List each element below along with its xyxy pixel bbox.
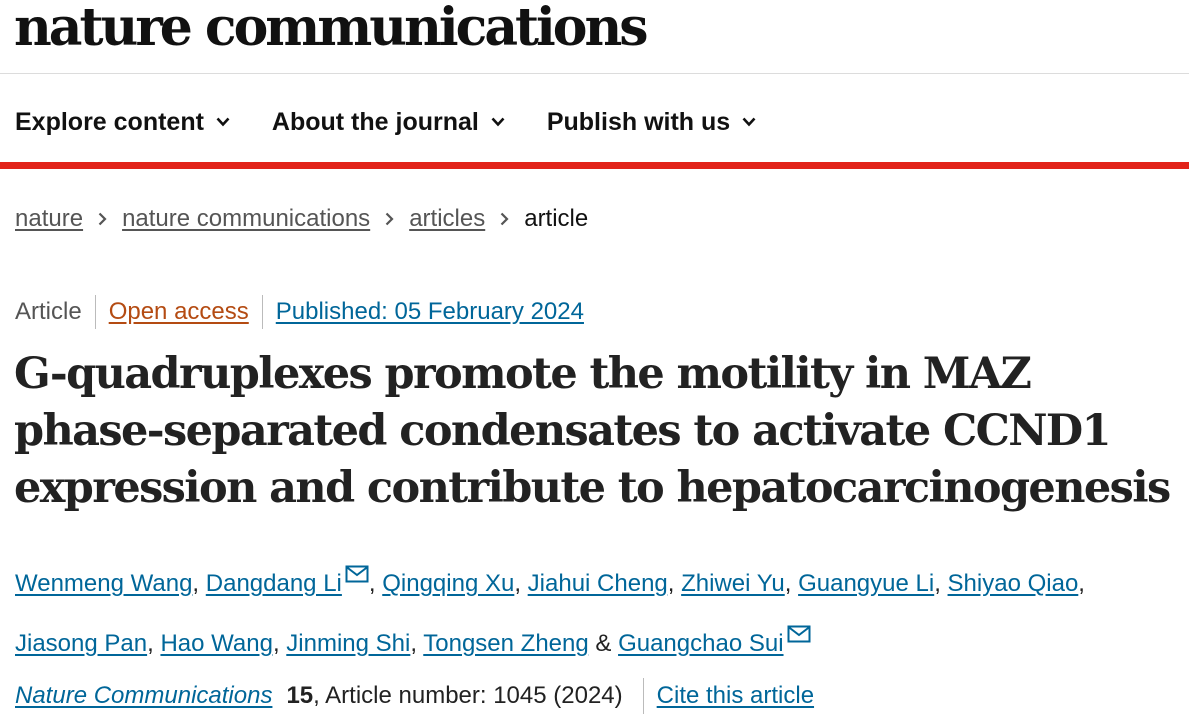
- nav-publish-with-us-label: Publish with us: [546, 107, 731, 136]
- breadcrumb-articles[interactable]: articles: [409, 205, 485, 233]
- meta-divider: [94, 295, 96, 329]
- article-title: G-quadruplexes promote the motility in M…: [14, 349, 1171, 513]
- journal-name-link[interactable]: Nature Communications: [15, 682, 272, 710]
- published-date-link[interactable]: Published: 05 February 2024: [276, 298, 584, 326]
- chevron-right-icon: [500, 212, 509, 226]
- author-link[interactable]: Tongsen Zheng: [423, 630, 588, 657]
- author-link[interactable]: Hao Wang: [160, 630, 273, 657]
- meta-divider: [261, 295, 263, 329]
- author-item: Hao Wang,: [160, 630, 280, 657]
- author-item: Jiahui Cheng,: [527, 570, 675, 597]
- citation-divider: [642, 678, 644, 714]
- breadcrumb: nature nature communications articles ar…: [15, 205, 588, 233]
- header-divider: [0, 73, 1189, 74]
- author-item: Guangyue Li,: [798, 570, 941, 597]
- chevron-down-icon: [491, 117, 505, 127]
- breadcrumb-nature[interactable]: nature: [15, 205, 83, 233]
- author-item: Wenmeng Wang,: [15, 570, 200, 597]
- author-link[interactable]: Jinming Shi: [286, 630, 410, 657]
- chevron-down-icon: [742, 117, 756, 127]
- author-link[interactable]: Wenmeng Wang: [15, 570, 192, 597]
- breadcrumb-current: article: [524, 205, 589, 232]
- article-number: , Article number: 1045 (2024): [313, 682, 623, 709]
- main-nav: Explore content About the journal Publis…: [15, 102, 798, 142]
- chevron-right-icon: [385, 212, 394, 226]
- open-access-link[interactable]: Open access: [109, 298, 249, 326]
- accent-bar: [0, 162, 1189, 169]
- author-item: Guangchao Sui: [618, 625, 811, 657]
- nav-publish-with-us[interactable]: Publish with us: [547, 108, 756, 137]
- email-icon[interactable]: [787, 610, 811, 662]
- nav-about-journal-label: About the journal: [271, 107, 479, 136]
- author-link[interactable]: Zhiwei Yu: [681, 570, 785, 597]
- email-icon[interactable]: [345, 550, 369, 602]
- author-item: Tongsen Zheng: [423, 630, 588, 657]
- citation-line: Nature Communications 15 , Article numbe…: [15, 678, 814, 714]
- breadcrumb-nature-communications[interactable]: nature communications: [122, 205, 370, 233]
- author-item: Dangdang Li,: [206, 565, 376, 597]
- article-meta: Article Open access Published: 05 Februa…: [15, 295, 584, 329]
- author-link[interactable]: Guangyue Li: [798, 570, 934, 597]
- cite-this-article-link[interactable]: Cite this article: [657, 682, 814, 710]
- author-link[interactable]: Qingqing Xu: [382, 570, 514, 597]
- author-item: Jinming Shi,: [286, 630, 418, 657]
- author-link[interactable]: Shiyao Qiao: [948, 570, 1079, 597]
- author-item: Zhiwei Yu,: [681, 570, 792, 597]
- author-link[interactable]: Jiahui Cheng: [528, 570, 668, 597]
- author-item: Qingqing Xu,: [382, 570, 521, 597]
- author-list: Wenmeng Wang, Dangdang Li, Qingqing Xu, …: [15, 550, 1175, 670]
- nav-explore-content[interactable]: Explore content: [15, 108, 230, 137]
- nav-explore-content-label: Explore content: [15, 107, 204, 136]
- volume-number: 15: [286, 682, 314, 709]
- author-link[interactable]: Guangchao Sui: [618, 630, 783, 657]
- chevron-down-icon: [216, 117, 230, 127]
- article-type: Article: [15, 298, 82, 325]
- journal-logo[interactable]: nature communications: [14, 0, 649, 58]
- nav-about-journal[interactable]: About the journal: [272, 108, 505, 137]
- author-item: Shiyao Qiao,: [947, 570, 1085, 597]
- chevron-right-icon: [98, 212, 107, 226]
- author-link[interactable]: Dangdang Li: [206, 570, 342, 597]
- author-link[interactable]: Jiasong Pan: [15, 630, 147, 657]
- author-item: Jiasong Pan,: [15, 630, 154, 657]
